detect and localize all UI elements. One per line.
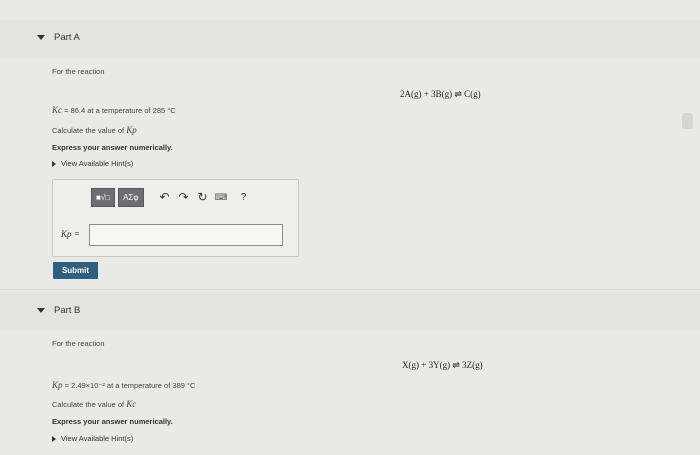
side-handle	[682, 113, 693, 129]
math-toolbar: ■√□ AΣφ ↶ ↷ ↻ ⌨ ?	[91, 187, 252, 207]
submit-button[interactable]: Submit	[53, 262, 98, 279]
part-a-intro: For the reaction	[52, 67, 105, 76]
keyboard-icon[interactable]: ⌨	[215, 192, 228, 203]
part-b-given-value: = 2.49×10⁻² at a temperature of 389 °C	[62, 381, 196, 390]
part-a-header[interactable]	[0, 20, 700, 58]
part-b-intro: For the reaction	[52, 339, 105, 348]
part-b-question: Calculate the value of Kc	[52, 399, 136, 409]
part-b-reaction: X(g) + 3Y(g) ⇌ 3Z(g)	[402, 360, 483, 370]
part-b-given-symbol: Kp	[52, 380, 63, 390]
part-b-label: Part B	[54, 305, 81, 316]
help-icon[interactable]: ?	[236, 192, 252, 203]
part-b-given: Kp = 2.49×10⁻² at a temperature of 389 °…	[52, 380, 195, 390]
part-a-given: Kc = 86.4 at a temperature of 285 °C	[52, 105, 176, 115]
part-a-given-symbol: Kc	[52, 105, 62, 115]
reset-icon[interactable]: ↻	[195, 190, 211, 204]
part-b-instruction: Express your answer numerically.	[52, 417, 173, 426]
part-a-question: Calculate the value of Kp	[52, 125, 137, 135]
answer-input[interactable]	[89, 224, 283, 246]
part-a-collapse-icon[interactable]	[37, 35, 45, 40]
part-a-reaction: 2A(g) + 3B(g) ⇌ C(g)	[400, 89, 481, 99]
part-b-hints-label: View Available Hint(s)	[61, 434, 134, 443]
part-a-hints-link[interactable]: View Available Hint(s)	[52, 159, 133, 168]
templates-button[interactable]: ■√□	[91, 187, 116, 207]
part-b-header[interactable]	[0, 292, 700, 330]
undo-icon[interactable]: ↶	[157, 190, 173, 204]
part-a-question-symbol: Kp	[126, 125, 137, 135]
part-a-given-value: = 86.4 at a temperature of 285 °C	[62, 106, 176, 115]
part-b-question-symbol: Kc	[126, 399, 137, 409]
answer-input-label: Kp =	[61, 229, 80, 239]
part-a-instruction: Express your answer numerically.	[52, 143, 173, 152]
part-b-collapse-icon[interactable]	[37, 308, 45, 313]
part-a-question-text: Calculate the value of	[52, 126, 127, 135]
expand-triangle-icon	[52, 436, 56, 443]
part-b-question-text: Calculate the value of	[52, 400, 127, 409]
greek-symbols-button[interactable]: AΣφ	[118, 187, 144, 207]
answer-editor: ■√□ AΣφ ↶ ↷ ↻ ⌨ ? Kp =	[52, 179, 299, 257]
part-b-hints-link[interactable]: View Available Hint(s)	[52, 434, 133, 443]
expand-triangle-icon	[52, 161, 56, 168]
part-a-hints-label: View Available Hint(s)	[61, 159, 134, 168]
redo-icon[interactable]: ↷	[176, 190, 192, 204]
part-a-label: Part A	[54, 32, 80, 43]
section-divider	[0, 289, 700, 290]
